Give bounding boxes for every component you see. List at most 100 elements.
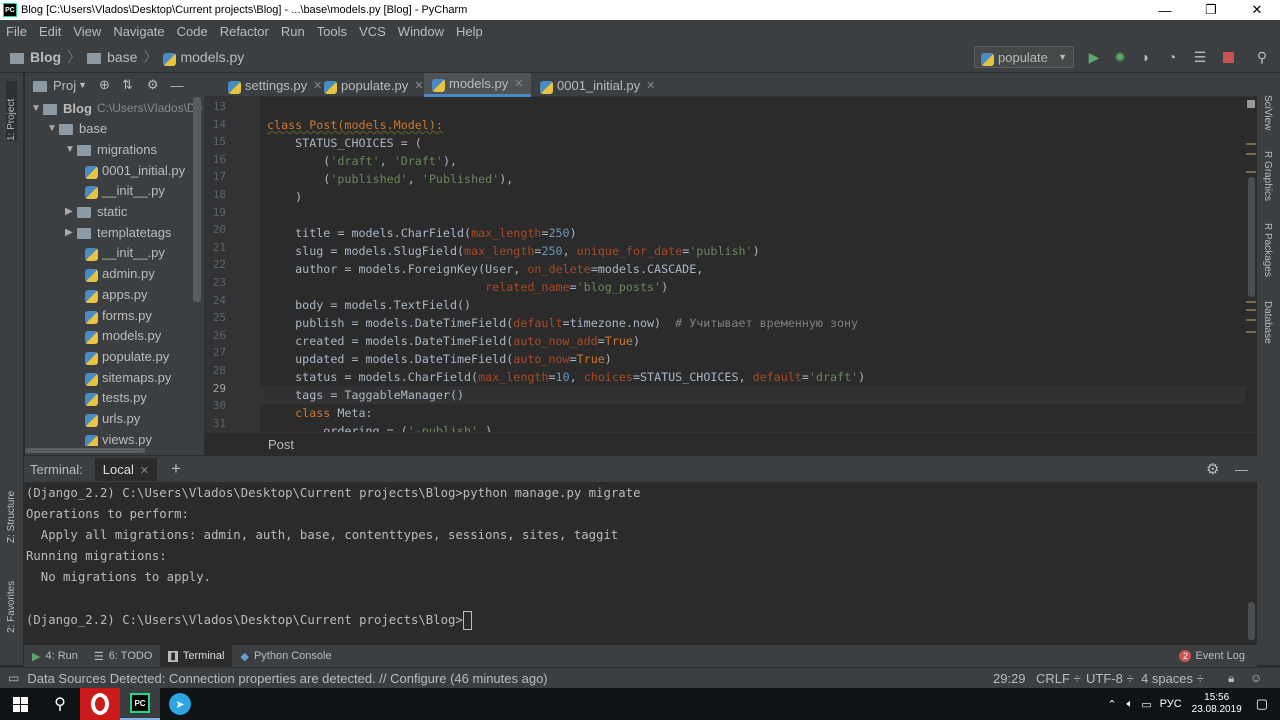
run-icon[interactable]: ▶: [1086, 49, 1102, 65]
todo-tool-button[interactable]: ☰ 6: TODO: [86, 645, 160, 667]
structure-tool-button[interactable]: Z: Structure: [6, 471, 17, 543]
gear-icon[interactable]: ⚙: [147, 77, 159, 93]
file-encoding[interactable]: UTF-8 ÷: [1086, 671, 1134, 686]
terminal-tool-button[interactable]: ▮ Terminal: [160, 645, 233, 667]
menu-vcs[interactable]: VCS: [359, 24, 386, 39]
pycharm-taskbar-icon[interactable]: PC: [120, 688, 160, 720]
hide-panel-icon[interactable]: —: [1235, 462, 1248, 477]
tab-0001-initial[interactable]: 0001_initial.py ✕: [532, 73, 663, 97]
chevron-down-icon[interactable]: ▼: [47, 123, 59, 134]
close-icon[interactable]: ✕: [414, 79, 423, 92]
opera-icon[interactable]: [80, 688, 120, 720]
code-editor[interactable]: class Post(models.Model): STATUS_CHOICES…: [260, 97, 1245, 432]
build-icon[interactable]: ☰: [1192, 49, 1208, 65]
close-icon[interactable]: ✕: [140, 465, 149, 477]
tab-settings[interactable]: settings.py ✕: [220, 73, 330, 97]
database-tool-button[interactable]: Database: [1262, 301, 1273, 344]
project-panel-title[interactable]: Proj: [53, 78, 76, 93]
collapse-all-icon[interactable]: ⇅: [122, 77, 133, 93]
chevron-down-icon[interactable]: ▼: [78, 80, 87, 90]
project-tree-vscrollbar[interactable]: [193, 97, 201, 302]
close-icon[interactable]: ✕: [646, 79, 655, 92]
menu-tools[interactable]: Tools: [317, 24, 347, 39]
project-tool-button[interactable]: 1: Project: [6, 81, 17, 141]
maximize-icon[interactable]: ❐: [1188, 0, 1234, 20]
inspector-icon[interactable]: ☺: [1250, 671, 1262, 685]
tree-item[interactable]: admin.py: [83, 263, 155, 284]
coverage-icon[interactable]: ◗: [1138, 49, 1154, 65]
locate-file-icon[interactable]: ⊕: [99, 77, 110, 93]
terminal-scrollbar[interactable]: [1246, 482, 1257, 642]
r-graphics-tool-button[interactable]: R Graphics: [1262, 151, 1273, 201]
language-indicator[interactable]: РУС: [1160, 698, 1182, 710]
clock[interactable]: 15:56 23.08.2019: [1192, 692, 1242, 716]
run-tool-button[interactable]: ▶ 4: Run: [24, 645, 86, 667]
stop-icon[interactable]: [1220, 49, 1236, 65]
sciview-tool-button[interactable]: SciView: [1262, 95, 1273, 130]
python-console-tool-button[interactable]: ◆ Python Console: [232, 645, 339, 667]
breadcrumb-root[interactable]: Blog: [30, 49, 61, 65]
panels-toggle-icon[interactable]: ▭: [8, 671, 19, 685]
editor-scroll-thumb[interactable]: [1248, 177, 1255, 297]
search-icon[interactable]: ⚲: [40, 688, 80, 720]
event-log-button[interactable]: 2 Event Log: [1171, 645, 1253, 667]
tree-item[interactable]: __init__.py: [83, 242, 165, 263]
project-tree-scrollbar[interactable]: [25, 446, 204, 455]
tree-item[interactable]: tests.py: [83, 387, 147, 408]
search-icon[interactable]: ⚲: [1254, 49, 1270, 65]
hide-panel-icon[interactable]: —: [171, 78, 184, 93]
tab-models[interactable]: models.py ✕: [424, 73, 532, 97]
network-icon[interactable]: ▭: [1141, 698, 1151, 711]
status-message[interactable]: Data Sources Detected: Connection proper…: [27, 671, 547, 686]
tree-item[interactable]: apps.py: [83, 284, 148, 305]
close-icon[interactable]: ✕: [1234, 0, 1280, 20]
tree-item[interactable]: __init__.py: [83, 180, 165, 201]
telegram-icon[interactable]: ➤: [160, 688, 200, 720]
breadcrumb-file[interactable]: models.py: [180, 49, 244, 65]
breadcrumb-folder[interactable]: base: [107, 49, 137, 65]
windows-start-icon[interactable]: [0, 688, 40, 720]
favorites-tool-button[interactable]: 2: Favorites: [6, 563, 17, 633]
tree-item[interactable]: ▶ static: [65, 201, 127, 222]
run-configuration-select[interactable]: populate ▼: [974, 46, 1074, 68]
profile-icon[interactable]: ◔: [1164, 49, 1180, 65]
tree-item[interactable]: ▶ templatetags: [65, 222, 171, 243]
volume-icon[interactable]: 🔈︎: [1127, 698, 1134, 711]
tree-item[interactable]: populate.py: [83, 346, 169, 367]
chevron-right-icon[interactable]: ▶: [65, 206, 77, 217]
menu-refactor[interactable]: Refactor: [220, 24, 269, 39]
menu-run[interactable]: Run: [281, 24, 305, 39]
minimize-icon[interactable]: —: [1142, 0, 1188, 20]
editor-scrollbar[interactable]: [1245, 97, 1257, 432]
indent-setting[interactable]: 4 spaces ÷: [1141, 671, 1204, 686]
close-icon[interactable]: ✕: [514, 77, 523, 90]
chevron-down-icon[interactable]: ▼: [65, 144, 77, 155]
notifications-icon[interactable]: ▢: [1256, 696, 1268, 712]
menu-view[interactable]: View: [73, 24, 101, 39]
add-icon[interactable]: +: [171, 459, 181, 479]
tree-item[interactable]: sitemaps.py: [83, 367, 171, 388]
menu-navigate[interactable]: Navigate: [113, 24, 164, 39]
menu-file[interactable]: File: [6, 24, 27, 39]
debug-icon[interactable]: ✹: [1112, 49, 1128, 65]
terminal-output[interactable]: (Django_2.2) C:\Users\Vlados\Desktop\Cur…: [24, 482, 1246, 642]
tree-item[interactable]: urls.py: [83, 408, 140, 429]
tree-item[interactable]: ▼ migrations: [65, 139, 157, 160]
tree-item[interactable]: ▼ base: [47, 118, 107, 139]
menu-edit[interactable]: Edit: [39, 24, 61, 39]
code-breadcrumb-item[interactable]: Post: [268, 437, 294, 452]
r-packages-tool-button[interactable]: R Packages: [1262, 223, 1273, 277]
chevron-up-icon[interactable]: ⌃: [1107, 698, 1116, 711]
gear-icon[interactable]: ⚙: [1206, 460, 1219, 478]
inspection-status-icon[interactable]: [1247, 100, 1255, 108]
tree-item[interactable]: models.py: [83, 325, 161, 346]
chevron-right-icon[interactable]: ▶: [65, 227, 77, 238]
tree-item[interactable]: 0001_initial.py: [83, 160, 185, 181]
line-separator[interactable]: CRLF ÷: [1036, 671, 1081, 686]
terminal-tab-local[interactable]: Local ✕: [94, 457, 158, 481]
chevron-down-icon[interactable]: ▼: [31, 103, 43, 114]
menu-window[interactable]: Window: [398, 24, 444, 39]
tree-item[interactable]: ▼ Blog C:\Users\Vlados\De: [31, 98, 202, 119]
menu-help[interactable]: Help: [456, 24, 483, 39]
lock-icon[interactable]: 🔒︎: [1228, 671, 1234, 686]
